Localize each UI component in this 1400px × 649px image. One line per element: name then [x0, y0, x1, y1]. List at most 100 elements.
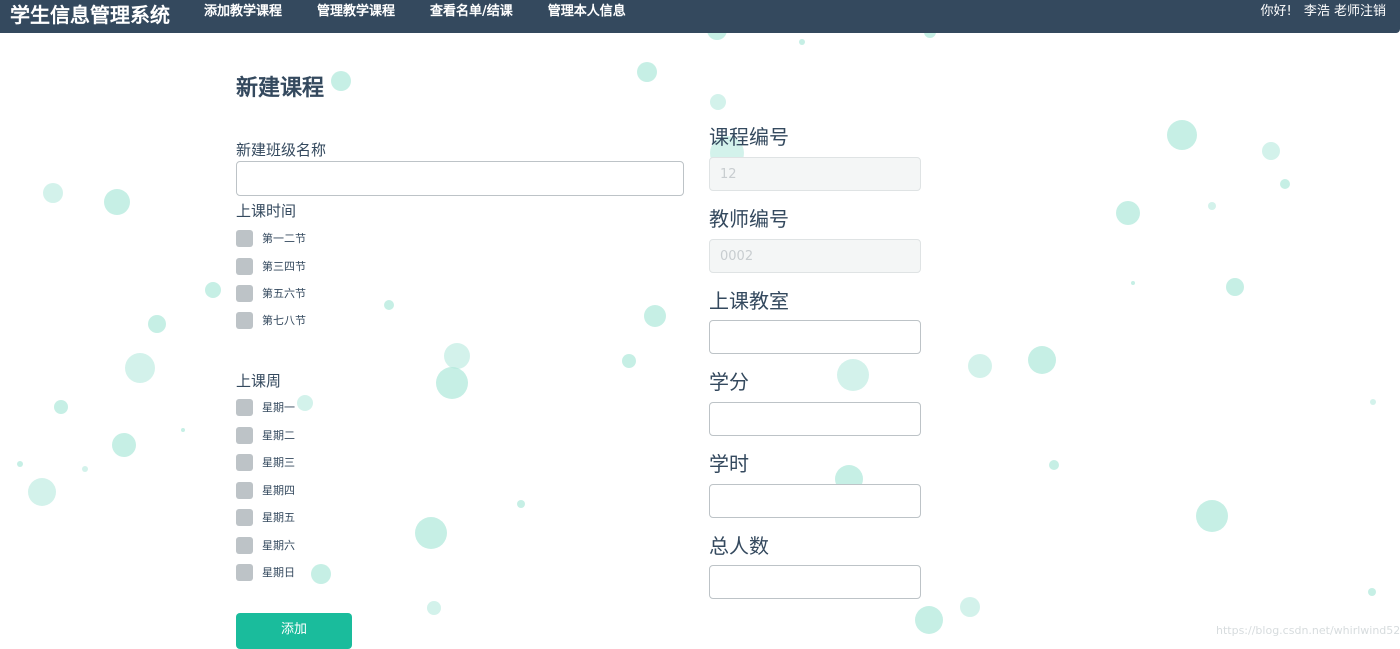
bubble-decoration — [436, 367, 468, 399]
bubble-decoration — [43, 183, 63, 203]
week-option-5[interactable]: 星期五 — [236, 508, 295, 526]
bubble-decoration — [517, 500, 525, 508]
bubble-decoration — [148, 315, 166, 333]
checkbox[interactable] — [236, 398, 253, 416]
bubble-decoration — [125, 353, 155, 383]
hours-input[interactable] — [709, 484, 921, 518]
nav-links: 添加教学课程 管理教学课程 查看名单/结课 管理本人信息 — [204, 0, 661, 33]
bubble-decoration — [28, 478, 56, 506]
bubble-decoration — [1368, 588, 1376, 596]
teacher-id-input — [709, 239, 921, 273]
course-id-input — [709, 157, 921, 191]
credit-label: 学分 — [709, 370, 749, 394]
week-option-1[interactable]: 星期一 — [236, 398, 295, 416]
bubble-decoration — [1196, 500, 1228, 532]
checkbox[interactable] — [236, 284, 253, 302]
bubble-decoration — [1262, 142, 1280, 160]
week-option-label: 星期五 — [262, 511, 295, 524]
bubble-decoration — [104, 189, 130, 215]
checkbox[interactable] — [236, 229, 253, 247]
bubble-decoration — [384, 300, 394, 310]
bubble-decoration — [1116, 201, 1140, 225]
page-title: 新建课程 — [236, 76, 325, 101]
checkbox[interactable] — [236, 563, 253, 581]
time-option-label: 第七八节 — [262, 314, 306, 327]
bubble-decoration — [968, 354, 992, 378]
bubble-decoration — [710, 94, 726, 110]
time-option-label: 第三四节 — [262, 260, 306, 273]
user-name: 李浩 老师 — [1303, 4, 1360, 19]
checkbox[interactable] — [236, 426, 253, 444]
bubble-decoration — [915, 606, 943, 634]
bubble-decoration — [799, 39, 805, 45]
classroom-label: 上课教室 — [709, 289, 789, 313]
week-option-label: 星期二 — [262, 429, 295, 442]
bubble-decoration — [637, 62, 657, 82]
time-option-2[interactable]: 第三四节 — [236, 257, 306, 275]
week-option-label: 星期一 — [262, 401, 295, 414]
user-area: 你好! 李浩 老师注销 — [1256, 0, 1386, 24]
week-option-4[interactable]: 星期四 — [236, 481, 295, 499]
add-button[interactable]: 添加 — [236, 613, 352, 649]
bubble-decoration — [644, 305, 666, 327]
class-name-label: 新建班级名称 — [236, 141, 327, 159]
time-option-3[interactable]: 第五六节 — [236, 284, 306, 302]
time-option-4[interactable]: 第七八节 — [236, 311, 306, 329]
teacher-id-label: 教师编号 — [709, 207, 789, 231]
bubble-decoration — [311, 564, 331, 584]
time-option-label: 第五六节 — [262, 287, 306, 300]
checkbox[interactable] — [236, 536, 253, 554]
bubble-decoration — [331, 71, 351, 91]
capacity-input[interactable] — [709, 565, 921, 599]
week-option-label: 星期六 — [262, 539, 295, 552]
bubble-decoration — [82, 466, 88, 472]
bubble-decoration — [1226, 278, 1244, 296]
week-option-3[interactable]: 星期三 — [236, 453, 295, 471]
checkbox[interactable] — [236, 508, 253, 526]
bubble-decoration — [1131, 281, 1135, 285]
hours-label: 学时 — [709, 452, 749, 476]
bubble-decoration — [54, 400, 68, 414]
week-option-label: 星期三 — [262, 456, 295, 469]
credit-input[interactable] — [709, 402, 921, 436]
logout-link[interactable]: 注销 — [1360, 4, 1386, 19]
checkbox[interactable] — [236, 481, 253, 499]
background-bubbles — [0, 0, 1400, 645]
week-option-6[interactable]: 星期六 — [236, 536, 295, 554]
nav-add-course[interactable]: 添加教学课程 — [204, 0, 282, 33]
checkbox[interactable] — [236, 311, 253, 329]
week-option-2[interactable]: 星期二 — [236, 426, 295, 444]
time-label: 上课时间 — [236, 202, 297, 220]
time-option-1[interactable]: 第一二节 — [236, 229, 306, 247]
week-label: 上课周 — [236, 372, 282, 390]
app-title: 学生信息管理系统 — [10, 3, 170, 27]
bubble-decoration — [837, 359, 869, 391]
classroom-input[interactable] — [709, 320, 921, 354]
class-name-input[interactable] — [236, 161, 684, 196]
week-option-7[interactable]: 星期日 — [236, 563, 295, 581]
nav-manage-profile[interactable]: 管理本人信息 — [548, 0, 626, 33]
bubble-decoration — [427, 601, 441, 615]
checkbox[interactable] — [236, 257, 253, 275]
time-option-label: 第一二节 — [262, 232, 306, 245]
bubble-decoration — [1280, 179, 1290, 189]
course-id-label: 课程编号 — [709, 125, 789, 149]
bubble-decoration — [1028, 346, 1056, 374]
week-option-label: 星期日 — [262, 566, 295, 579]
watermark: https://blog.csdn.net/whirlwind526 — [1216, 624, 1400, 637]
nav-manage-course[interactable]: 管理教学课程 — [317, 0, 395, 33]
bubble-decoration — [112, 433, 136, 457]
bubble-decoration — [1049, 460, 1059, 470]
bubble-decoration — [17, 461, 23, 467]
bubble-decoration — [297, 395, 313, 411]
bubble-decoration — [205, 282, 221, 298]
bubble-decoration — [1370, 399, 1376, 405]
week-option-label: 星期四 — [262, 484, 295, 497]
bubble-decoration — [181, 428, 185, 432]
bubble-decoration — [1208, 202, 1216, 210]
checkbox[interactable] — [236, 453, 253, 471]
bubble-decoration — [1167, 120, 1197, 150]
bubble-decoration — [444, 343, 470, 369]
nav-view-list[interactable]: 查看名单/结课 — [430, 0, 513, 33]
bubble-decoration — [622, 354, 636, 368]
